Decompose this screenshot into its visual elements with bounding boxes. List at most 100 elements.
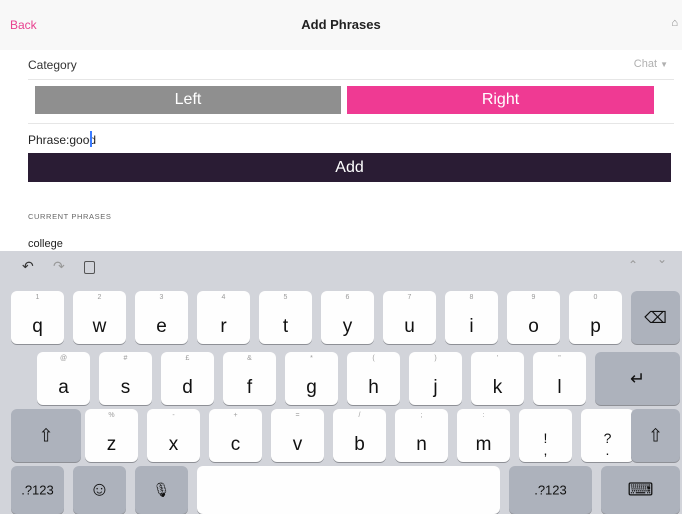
shift-key-left[interactable]: ⇧	[11, 409, 81, 462]
key-hint: 5	[283, 294, 288, 301]
category-select[interactable]: Chat ▼	[634, 58, 668, 70]
phrase-input-value[interactable]: good	[69, 133, 96, 147]
key-hint: =	[295, 412, 300, 419]
emoji-key[interactable]: ☺	[73, 466, 126, 514]
key-label: ! ,	[543, 430, 548, 458]
key-r[interactable]: 4r	[197, 291, 250, 344]
undo-icon[interactable]: ↶	[22, 258, 34, 275]
key-punct-7[interactable]: ! ,	[519, 409, 572, 462]
key-k[interactable]: ' k	[471, 352, 524, 405]
key-hint: 2	[97, 294, 102, 301]
key-label: a	[58, 377, 69, 398]
key-label: t	[282, 316, 289, 337]
keyboard-icon: ⌨	[627, 479, 654, 500]
key-hint: @	[59, 355, 68, 362]
key-hint: (	[372, 355, 375, 362]
shift-icon: ⇧	[647, 425, 664, 445]
key-b[interactable]: / b	[333, 409, 386, 462]
key-hint: -	[172, 412, 175, 419]
numbers-key-left[interactable]: .?123	[11, 466, 64, 514]
key-hint: 6	[345, 294, 350, 301]
shift-key-right[interactable]: ⇧	[631, 409, 680, 462]
key-label: r	[220, 316, 227, 337]
segment-left[interactable]: Left	[35, 86, 341, 114]
key-j[interactable]: ) j	[409, 352, 462, 405]
key-label: s	[120, 377, 131, 398]
key-u[interactable]: 7u	[383, 291, 436, 344]
chevron-down-icon: ▼	[660, 60, 668, 69]
numbers-key-right[interactable]: .?123	[509, 466, 592, 514]
key-v[interactable]: = v	[271, 409, 324, 462]
key-label: f	[246, 377, 253, 398]
page-title: Add Phrases	[301, 17, 381, 32]
key-g[interactable]: * g	[285, 352, 338, 405]
key-c[interactable]: + c	[209, 409, 262, 462]
key-f[interactable]: & f	[223, 352, 276, 405]
key-label: ? .	[603, 430, 612, 458]
divider	[28, 79, 674, 80]
key-d[interactable]: £ d	[161, 352, 214, 405]
phrase-field[interactable]: Phrase:good	[28, 133, 96, 147]
space-bar[interactable]	[197, 466, 500, 514]
key-hint: £	[185, 355, 190, 362]
return-key[interactable]: ↵	[595, 352, 680, 405]
key-e[interactable]: 3e	[135, 291, 188, 344]
emoji-icon: ☺	[89, 478, 110, 501]
redo-icon[interactable]: ↷	[53, 258, 65, 275]
category-value: Chat	[633, 58, 658, 70]
key-hint: %	[108, 412, 115, 419]
return-icon: ↵	[629, 368, 646, 388]
key-h[interactable]: (h	[347, 352, 400, 405]
key-hint: )	[434, 355, 437, 362]
key-hint: '	[496, 355, 499, 362]
key-t[interactable]: 5t	[259, 291, 312, 344]
key-q[interactable]: 1q	[11, 291, 64, 344]
segment-right[interactable]: Right	[347, 86, 654, 114]
key-label: i	[469, 316, 474, 337]
mic-key[interactable]: 🎙	[135, 466, 188, 514]
key-label: v	[292, 434, 303, 455]
key-label: h	[368, 377, 379, 398]
key-s[interactable]: # s	[99, 352, 152, 405]
delete-key[interactable]: ⌫	[631, 291, 680, 344]
home-icon[interactable]: ⌂	[671, 17, 678, 29]
key-o[interactable]: 9o	[507, 291, 560, 344]
divider	[28, 123, 674, 124]
key-l[interactable]: " l	[533, 352, 586, 405]
key-hint: *	[310, 355, 313, 362]
key-i[interactable]: 8i	[445, 291, 498, 344]
key-label: x	[168, 434, 179, 455]
key-label: m	[475, 434, 492, 455]
key-label: .?123	[534, 482, 567, 498]
add-button[interactable]: Add	[28, 153, 671, 182]
text-cursor	[90, 131, 92, 147]
chevron-down-icon[interactable]: ⌄	[657, 252, 667, 266]
key-n[interactable]: ; n	[395, 409, 448, 462]
key-m[interactable]: :m	[457, 409, 510, 462]
key-hint: 1	[35, 294, 40, 301]
key-hint: +	[233, 412, 238, 419]
key-p[interactable]: 0p	[569, 291, 622, 344]
key-hint: "	[558, 355, 561, 362]
key-label: .?123	[21, 482, 54, 498]
key-label: j	[433, 377, 438, 398]
chevron-up-icon[interactable]: ⌃	[628, 258, 638, 272]
key-hint: 4	[221, 294, 226, 301]
list-item[interactable]: college	[28, 238, 63, 250]
key-hint: #	[123, 355, 128, 362]
key-label: d	[182, 377, 193, 398]
key-x[interactable]: -x	[147, 409, 200, 462]
shift-icon: ⇧	[38, 425, 54, 445]
key-a[interactable]: @ a	[37, 352, 90, 405]
key-punct-8[interactable]: ? .	[581, 409, 634, 462]
key-label: k	[492, 377, 503, 398]
key-y[interactable]: 6y	[321, 291, 374, 344]
key-label: y	[342, 316, 353, 337]
key-hint: 9	[531, 294, 536, 301]
paste-icon[interactable]	[84, 261, 95, 274]
key-z[interactable]: % z	[85, 409, 138, 462]
microphone-icon: 🎙	[152, 481, 171, 498]
key-label: z	[106, 434, 117, 455]
hide-keyboard-key[interactable]: ⌨	[601, 466, 680, 514]
key-w[interactable]: 2w	[73, 291, 126, 344]
